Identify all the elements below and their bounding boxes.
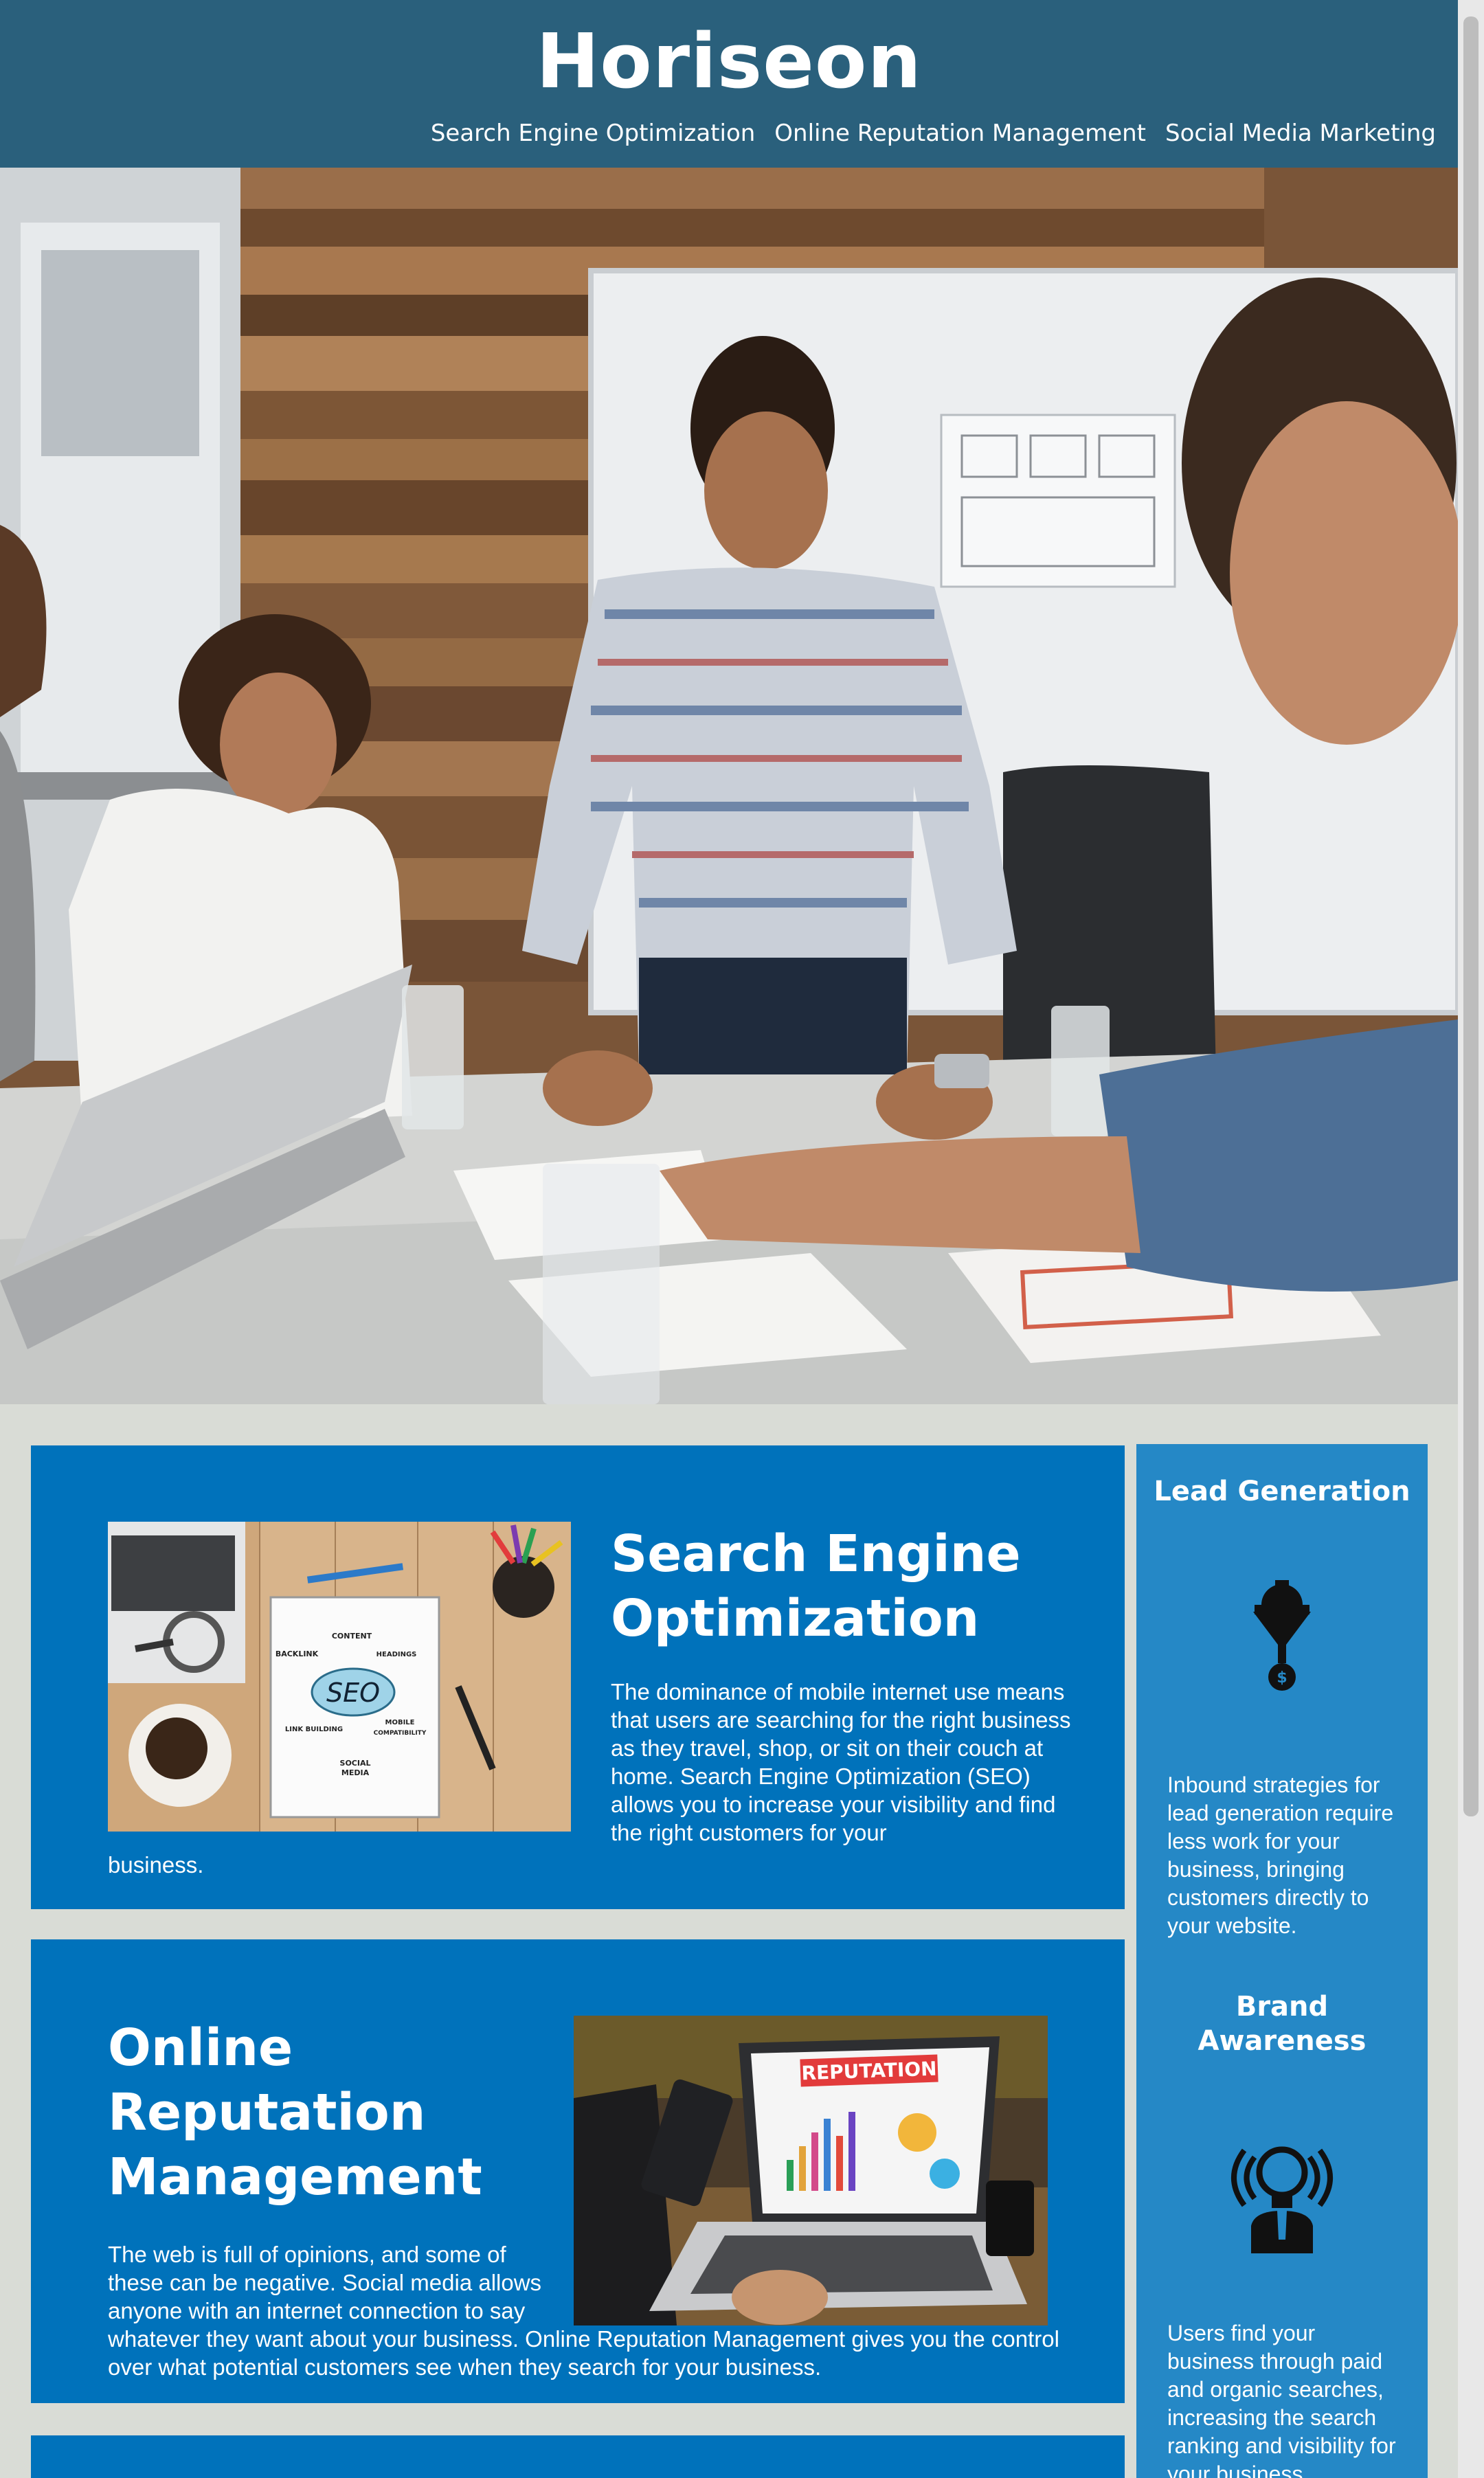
reputation-paragraph: The web is full of opinions, and some of… bbox=[108, 2242, 542, 2323]
seo-image: CONTENT HEADINGS BACKLINK SEO MOBILE COM… bbox=[108, 1522, 571, 1832]
seo-word-social: SOCIAL bbox=[340, 1759, 371, 1768]
hero-image bbox=[0, 168, 1458, 1404]
benefit-title-brand-awareness: Brand Awareness bbox=[1198, 1991, 1367, 2057]
reputation-paragraph-tail: whatever they want about your business. … bbox=[108, 2326, 1059, 2380]
site-header: Horiseon Search Engine Optimization Onli… bbox=[0, 0, 1458, 168]
vertical-scrollbar[interactable] bbox=[1458, 0, 1484, 2478]
benefit-title-lead-generation: Lead Generation bbox=[1154, 1476, 1410, 1507]
seo-word-link-building: LINK BUILDING bbox=[285, 1726, 343, 1733]
scrollbar-thumb[interactable] bbox=[1463, 16, 1479, 1816]
seo-word-media: MEDIA bbox=[341, 1768, 370, 1777]
nav-link-seo[interactable]: Search Engine Optimization bbox=[431, 115, 755, 151]
seo-paragraph-tail: business. bbox=[108, 1852, 204, 1878]
reputation-image-word: REPUTATION bbox=[801, 2058, 937, 2085]
logo[interactable]: Horiseon bbox=[0, 16, 1458, 106]
seo-word-seo: SEO bbox=[326, 1678, 380, 1708]
seo-paragraph: The dominance of mobile internet use mea… bbox=[611, 1679, 1071, 1845]
lead-generation-icon: $ bbox=[1253, 1580, 1311, 1691]
reputation-heading: Online Reputation Management bbox=[108, 2018, 482, 2207]
page: Horiseon Search Engine Optimization Onli… bbox=[0, 0, 1458, 2478]
seo-section: CONTENT HEADINGS BACKLINK SEO MOBILE COM… bbox=[31, 1445, 1125, 1909]
nav-link-reputation[interactable]: Online Reputation Management bbox=[774, 115, 1146, 151]
svg-text:$: $ bbox=[1277, 1669, 1287, 1687]
main-nav: Search Engine Optimization Online Reputa… bbox=[431, 115, 1436, 151]
hero-illustration bbox=[0, 168, 1458, 1404]
seo-word-backlink: BACKLINK bbox=[276, 1649, 319, 1658]
benefit-text-lead-generation: Inbound strategies for lead generation r… bbox=[1167, 1772, 1394, 1938]
seo-heading: Search Engine Optimization bbox=[611, 1524, 1021, 1648]
seo-word-headings: HEADINGS bbox=[376, 1651, 417, 1658]
social-media-section bbox=[31, 2435, 1125, 2478]
reputation-image: REPUTATION bbox=[574, 2016, 1048, 2325]
seo-word-compatibility: COMPATIBILITY bbox=[374, 1730, 427, 1737]
benefits-sidebar: Lead Generation $ Inbound strategies for… bbox=[1136, 1444, 1428, 2478]
brand-awareness-icon bbox=[1231, 2146, 1333, 2253]
nav-link-social-media[interactable]: Social Media Marketing bbox=[1165, 115, 1436, 151]
benefit-text-brand-awareness: Users find your business through paid an… bbox=[1167, 2321, 1396, 2478]
seo-word-content: CONTENT bbox=[332, 1632, 372, 1641]
seo-word-mobile: MOBILE bbox=[385, 1719, 415, 1726]
reputation-section: Online Reputation Management REPUTATION bbox=[31, 1939, 1125, 2403]
